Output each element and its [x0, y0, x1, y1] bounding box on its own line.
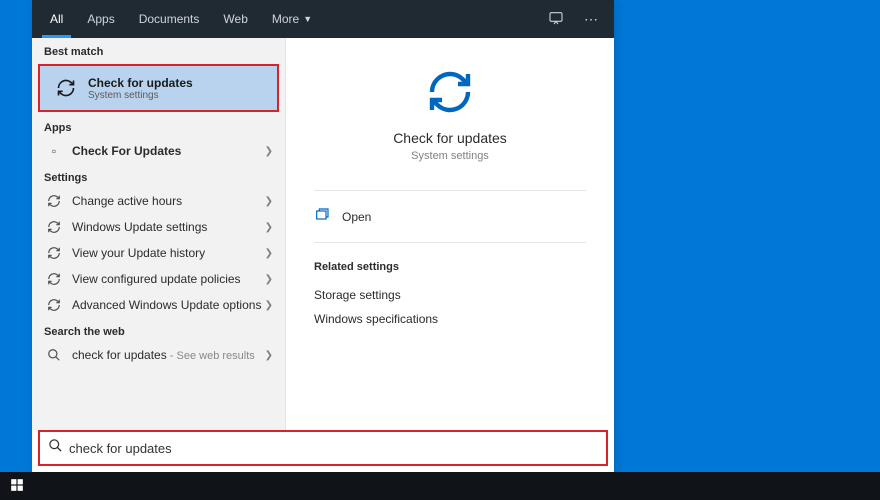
- best-match-item[interactable]: Check for updates System settings: [40, 66, 277, 110]
- section-apps: Apps: [32, 114, 285, 138]
- search-tabs: All Apps Documents Web More▼ ⋯: [32, 0, 614, 38]
- app-result-label: Check For Updates: [72, 144, 265, 158]
- tab-apps[interactable]: Apps: [75, 0, 126, 38]
- settings-result-label: Windows Update settings: [72, 220, 265, 234]
- preview-sub: System settings: [411, 150, 489, 162]
- tab-web[interactable]: Web: [211, 0, 259, 38]
- section-settings: Settings: [32, 164, 285, 188]
- chevron-right-icon: ❯: [265, 196, 273, 207]
- settings-result-label: View your Update history: [72, 246, 265, 260]
- refresh-icon: [44, 298, 64, 312]
- settings-result[interactable]: View your Update history ❯: [32, 240, 285, 266]
- best-match-highlight: Check for updates System settings: [38, 64, 279, 112]
- divider: [314, 190, 586, 191]
- search-icon: [48, 438, 63, 458]
- caret-down-icon: ▼: [303, 14, 312, 24]
- refresh-icon: [44, 194, 64, 208]
- related-item[interactable]: Storage settings: [314, 283, 586, 307]
- settings-result-label: View configured update policies: [72, 272, 265, 286]
- search-icon: [44, 348, 64, 362]
- best-match-title: Check for updates: [88, 76, 193, 90]
- refresh-icon: [44, 220, 64, 234]
- feedback-icon[interactable]: [538, 10, 574, 29]
- section-best-match: Best match: [32, 38, 285, 62]
- divider: [314, 242, 586, 243]
- search-content: Best match Check for updates System sett…: [32, 38, 614, 430]
- chevron-right-icon: ❯: [265, 222, 273, 233]
- settings-result[interactable]: Change active hours ❯: [32, 188, 285, 214]
- search-box[interactable]: [38, 430, 608, 466]
- start-button[interactable]: [10, 478, 24, 495]
- related-header: Related settings: [314, 261, 586, 273]
- tab-all[interactable]: All: [38, 0, 75, 38]
- chevron-right-icon: ❯: [265, 146, 273, 157]
- chevron-right-icon: ❯: [265, 350, 273, 361]
- related-item[interactable]: Windows specifications: [314, 307, 586, 331]
- update-icon: [52, 74, 80, 102]
- open-action[interactable]: Open: [314, 203, 586, 230]
- tab-documents[interactable]: Documents: [127, 0, 212, 38]
- tab-more[interactable]: More▼: [260, 0, 324, 38]
- best-match-sub: System settings: [88, 90, 193, 101]
- app-result[interactable]: ▫ Check For Updates ❯: [32, 138, 285, 164]
- preview-hero: Check for updates System settings: [314, 58, 586, 178]
- chevron-right-icon: ❯: [265, 274, 273, 285]
- search-input[interactable]: [69, 441, 598, 456]
- refresh-icon: [44, 272, 64, 286]
- preview-title: Check for updates: [393, 130, 507, 146]
- settings-result-label: Change active hours: [72, 194, 265, 208]
- more-options-icon[interactable]: ⋯: [574, 11, 608, 28]
- settings-result[interactable]: Windows Update settings ❯: [32, 214, 285, 240]
- web-result-label: check for updates - See web results: [72, 348, 265, 362]
- update-icon: [426, 68, 474, 116]
- settings-result[interactable]: Advanced Windows Update options ❯: [32, 292, 285, 318]
- chevron-right-icon: ❯: [265, 248, 273, 259]
- refresh-icon: [44, 246, 64, 260]
- settings-result-label: Advanced Windows Update options: [72, 298, 265, 312]
- search-panel: All Apps Documents Web More▼ ⋯ Best matc…: [32, 0, 614, 472]
- taskbar: [0, 472, 880, 500]
- settings-result[interactable]: View configured update policies ❯: [32, 266, 285, 292]
- open-icon: [314, 207, 336, 226]
- open-label: Open: [342, 210, 371, 224]
- app-placeholder-icon: ▫: [44, 144, 64, 158]
- section-search-web: Search the web: [32, 318, 285, 342]
- chevron-right-icon: ❯: [265, 300, 273, 311]
- web-result[interactable]: check for updates - See web results ❯: [32, 342, 285, 368]
- preview-column: Check for updates System settings Open R…: [286, 38, 614, 430]
- results-column: Best match Check for updates System sett…: [32, 38, 286, 430]
